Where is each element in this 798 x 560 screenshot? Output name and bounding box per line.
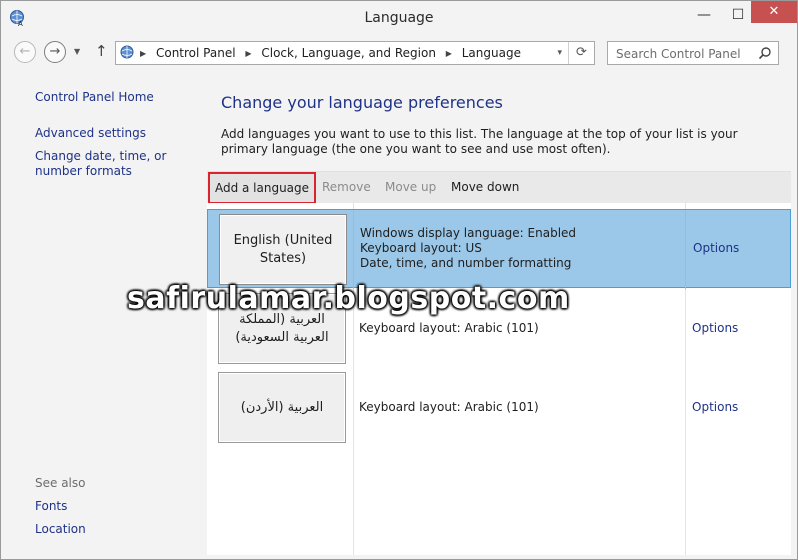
back-arrow-icon: ← (19, 44, 31, 59)
add-language-button[interactable]: Add a language (208, 172, 316, 204)
options-link[interactable]: Options (692, 400, 738, 414)
window-title: Language (364, 10, 434, 26)
options-link[interactable]: Options (693, 241, 739, 255)
language-toolbar: Add a language Remove Move up Move down (207, 171, 791, 204)
minimize-button[interactable]: — (691, 5, 717, 27)
fonts-link[interactable]: Fonts (35, 499, 67, 514)
breadcrumb-separator-icon[interactable]: ▶ (245, 49, 251, 58)
page-description: Add languages you want to use to this li… (221, 127, 738, 156)
forward-arrow-icon: → (49, 44, 61, 59)
navigation-bar: ← → ▼ ↑ ▶ Control Panel ▶ Clock, Languag… (1, 37, 797, 69)
row-divider (685, 210, 686, 289)
keyboard-layout: Keyboard layout: Arabic (101) (359, 400, 539, 414)
language-details: Keyboard layout: Arabic (101) (359, 400, 539, 415)
move-up-button[interactable]: Move up (385, 180, 436, 194)
remove-button[interactable]: Remove (322, 180, 371, 194)
watermark-text: safirulamar.blogspot.com (127, 281, 570, 316)
row-divider (353, 210, 354, 289)
breadcrumb-separator-icon[interactable]: ▶ (446, 49, 452, 58)
close-button[interactable]: ✕ (751, 1, 797, 23)
location-link[interactable]: Location (35, 522, 86, 537)
breadcrumb-language[interactable]: Language (462, 46, 521, 60)
refresh-icon: ⟳ (576, 45, 587, 60)
search-placeholder: Search Control Panel (616, 47, 741, 61)
address-dropdown-icon[interactable]: ▾ (557, 48, 562, 58)
language-row-arabic-jordan[interactable]: العربية (الأردن) Keyboard layout: Arabic… (207, 368, 791, 447)
language-list: English (United States) Windows display … (207, 203, 791, 555)
see-also-heading: See also (35, 476, 86, 490)
advanced-settings-link[interactable]: Advanced settings (35, 126, 146, 141)
move-down-button[interactable]: Move down (451, 180, 519, 194)
address-bar[interactable]: ▶ Control Panel ▶ Clock, Language, and R… (115, 41, 595, 65)
display-language-status: Windows display language: Enabled (360, 226, 577, 240)
language-details: Windows display language: Enabled Keyboa… (360, 226, 576, 271)
up-arrow-icon[interactable]: ↑ (95, 42, 108, 60)
back-button[interactable]: ← (14, 41, 36, 63)
change-date-time-formats-link[interactable]: Change date, time, or number formats (35, 149, 203, 179)
recent-pages-dropdown-icon[interactable]: ▼ (74, 47, 80, 56)
date-time-formatting: Date, time, and number formatting (360, 256, 572, 270)
title-bar[interactable]: A Language — ☐ ✕ (1, 1, 797, 35)
options-link[interactable]: Options (692, 321, 738, 335)
refresh-button[interactable]: ⟳ (568, 42, 594, 64)
maximize-button[interactable]: ☐ (725, 5, 751, 27)
keyboard-layout: Keyboard layout: US (360, 241, 482, 255)
language-row-english[interactable]: English (United States) Windows display … (207, 209, 791, 289)
forward-button[interactable]: → (44, 41, 66, 63)
search-icon[interactable] (758, 46, 772, 60)
keyboard-layout: Keyboard layout: Arabic (101) (359, 321, 539, 335)
control-panel-icon (120, 45, 134, 59)
page-title: Change your language preferences (221, 93, 503, 112)
language-window: A Language — ☐ ✕ ← → ▼ ↑ ▶ Control Panel… (0, 0, 798, 560)
breadcrumb-clock-language-region[interactable]: Clock, Language, and Region (261, 46, 436, 60)
control-panel-home-link[interactable]: Control Panel Home (35, 90, 154, 105)
breadcrumb-separator-icon[interactable]: ▶ (140, 49, 146, 58)
language-tile[interactable]: English (United States) (219, 214, 347, 285)
breadcrumb: ▶ Control Panel ▶ Clock, Language, and R… (140, 46, 527, 60)
search-input[interactable]: Search Control Panel (607, 41, 779, 65)
breadcrumb-control-panel[interactable]: Control Panel (156, 46, 236, 60)
language-tile[interactable]: العربية (الأردن) (218, 372, 346, 443)
language-details: Keyboard layout: Arabic (101) (359, 321, 539, 336)
